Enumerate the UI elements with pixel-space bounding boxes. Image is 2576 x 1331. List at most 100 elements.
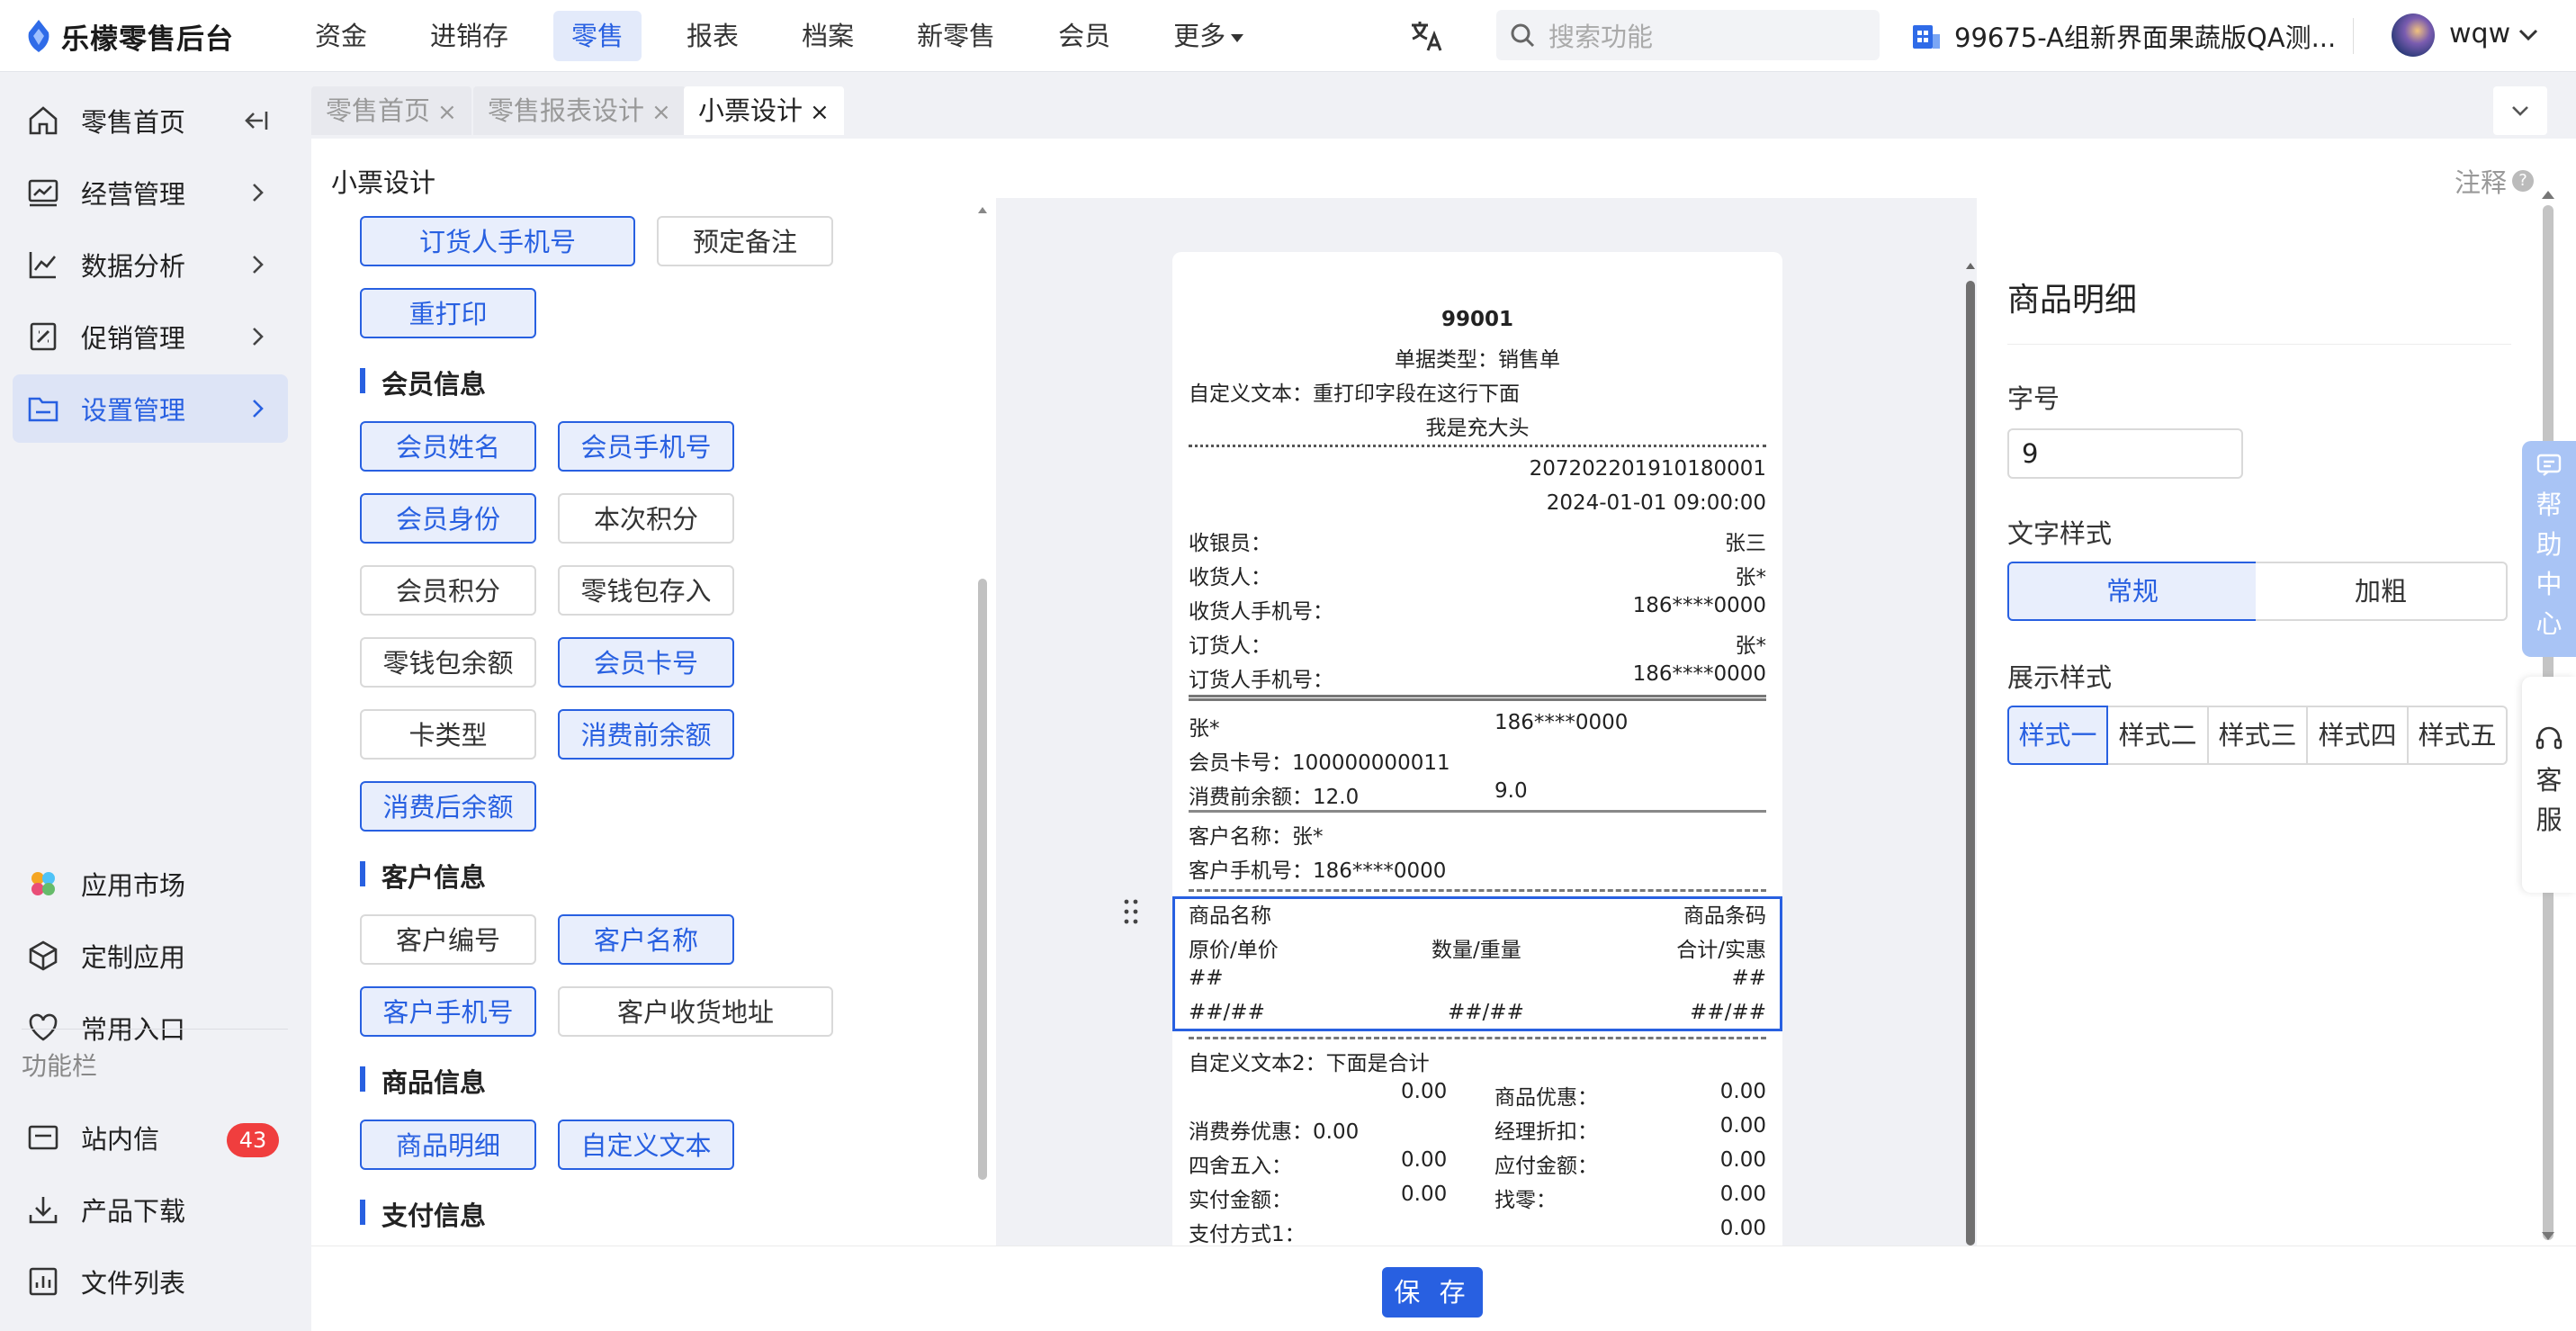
total-key[interactable]: 经理折扣： (1494, 1114, 1598, 1145)
close-icon[interactable]: × (810, 99, 830, 126)
main-nav: 资金 进销存 零售 报表 档案 新零售 会员 更多 (297, 11, 1288, 61)
field-customer-id[interactable]: 客户编号 (360, 914, 536, 965)
total-key[interactable]: 支付方式1： (1189, 1217, 1306, 1247)
sidebar-item-retail-home[interactable]: 零售首页 (13, 86, 288, 155)
notes-link[interactable]: 注释? (2455, 162, 2535, 200)
sidebar-item-app-market[interactable]: 应用市场 (13, 850, 288, 918)
nav-reports[interactable]: 报表 (669, 11, 757, 61)
nav-archives[interactable]: 档案 (784, 11, 872, 61)
close-icon[interactable]: × (651, 99, 671, 126)
field-wallet-balance[interactable]: 零钱包余额 (360, 637, 536, 688)
tab-retail-home[interactable]: 零售首页 × (311, 86, 471, 135)
app-logo[interactable]: 乐檬零售后台 (25, 16, 234, 56)
receipt-datetime[interactable]: 2024-01-01 09:00:00 (1547, 491, 1766, 515)
field-points-earned[interactable]: 本次积分 (558, 493, 734, 544)
display-style-1[interactable]: 样式一 (2007, 706, 2108, 765)
receipt-row-key[interactable]: 收银员： (1189, 526, 1271, 556)
total-key[interactable]: 应付金额： (1494, 1148, 1598, 1179)
font-size-label: 字号 (2007, 383, 2060, 414)
sidebar-item-settings[interactable]: 设置管理 (13, 374, 288, 443)
sidebar-item-downloads[interactable]: 产品下载 (13, 1175, 288, 1244)
translate-icon[interactable] (1408, 18, 1444, 54)
receipt-customer-phone[interactable]: 客户手机号：186****0000 (1189, 853, 1446, 884)
field-reservation-note[interactable]: 预定备注 (657, 216, 833, 266)
tab-dropdown-button[interactable] (2493, 86, 2547, 135)
store-selector[interactable]: 99675-A组新界面果蔬版QA测... (1911, 18, 2336, 54)
username[interactable]: wqw (2449, 18, 2510, 49)
receipt-header-fill[interactable]: 我是充大头 (1172, 410, 1782, 441)
display-style-3[interactable]: 样式三 (2209, 706, 2308, 765)
total-key[interactable]: 四舍五入： (1189, 1148, 1292, 1179)
text-style-bold[interactable]: 加粗 (2256, 562, 2508, 621)
field-member-identity[interactable]: 会员身份 (360, 493, 536, 544)
sidebar-item-analytics[interactable]: 数据分析 (13, 230, 288, 299)
receipt-member-phone[interactable]: 186****0000 (1494, 711, 1628, 734)
total-key[interactable]: 找零： (1494, 1183, 1557, 1213)
field-member-name[interactable]: 会员姓名 (360, 421, 536, 472)
field-custom-text[interactable]: 自定义文本 (558, 1120, 734, 1170)
total-key[interactable]: 实付金额： (1189, 1183, 1292, 1213)
field-orderer-phone[interactable]: 订货人手机号 (360, 216, 635, 266)
nav-new-retail[interactable]: 新零售 (899, 11, 1013, 61)
total-key[interactable]: 消费券优惠：0.00 (1189, 1114, 1359, 1145)
chevron-down-icon[interactable] (2516, 22, 2541, 47)
scroll-up-arrow-icon[interactable] (976, 203, 989, 216)
field-wallet-deposit[interactable]: 零钱包存入 (558, 565, 734, 616)
receipt-custom-text[interactable]: 自定义文本：重打印字段在这行下面 (1189, 376, 1520, 407)
receipt-member-card[interactable]: 会员卡号：100000000011 (1189, 745, 1450, 776)
sidebar-item-custom-apps[interactable]: 定制应用 (13, 922, 288, 990)
help-center-button[interactable]: 帮 助 中 心 (2522, 441, 2576, 657)
nav-inventory[interactable]: 进销存 (412, 11, 526, 61)
customer-service-button[interactable]: 客 服 (2522, 677, 2576, 893)
receipt-customer-name[interactable]: 客户名称：张* (1189, 819, 1324, 850)
nav-more[interactable]: 更多 (1155, 11, 1261, 61)
scroll-up-arrow-icon[interactable] (1964, 259, 1977, 272)
receipt-balance-before[interactable]: 消费前余额：12.0 (1189, 779, 1359, 810)
scroll-up-arrow-icon[interactable] (2539, 187, 2557, 202)
field-reprint[interactable]: 重打印 (360, 288, 536, 338)
receipt-custom-text-2[interactable]: 自定义文本2：下面是合计 (1189, 1046, 1430, 1076)
tab-receipt-design[interactable]: 小票设计 × (684, 86, 844, 135)
save-button[interactable]: 保 存 (1382, 1267, 1483, 1318)
sidebar-item-messages[interactable]: 站内信 43 (13, 1103, 288, 1172)
avatar[interactable] (2392, 13, 2435, 57)
field-member-phone[interactable]: 会员手机号 (558, 421, 734, 472)
field-customer-address[interactable]: 客户收货地址 (558, 986, 833, 1037)
receipt-member-name[interactable]: 张* (1189, 711, 1220, 742)
search-input[interactable]: 搜索功能 (1496, 10, 1880, 60)
nav-funds[interactable]: 资金 (297, 11, 385, 61)
font-size-input[interactable]: 9 (2007, 428, 2243, 479)
field-member-points[interactable]: 会员积分 (360, 565, 536, 616)
field-balance-before[interactable]: 消费前余额 (558, 709, 734, 760)
scroll-down-arrow-icon[interactable] (2539, 1229, 2557, 1244)
close-icon[interactable]: × (437, 99, 457, 126)
field-member-card-no[interactable]: 会员卡号 (558, 637, 734, 688)
receipt-row-key[interactable]: 收货人： (1189, 560, 1271, 590)
drag-handle-icon[interactable] (1122, 898, 1140, 925)
sidebar-item-promotions[interactable]: 促销管理 (13, 302, 288, 371)
collapse-sidebar-icon[interactable] (241, 106, 270, 135)
display-style-5[interactable]: 样式五 (2409, 706, 2508, 765)
field-card-type[interactable]: 卡类型 (360, 709, 536, 760)
nav-members[interactable]: 会员 (1040, 11, 1128, 61)
sidebar-item-business[interactable]: 经营管理 (13, 158, 288, 227)
field-goods-detail[interactable]: 商品明细 (360, 1120, 536, 1170)
receipt-row-key[interactable]: 收货人手机号： (1189, 594, 1333, 625)
field-balance-after[interactable]: 消费后余额 (360, 781, 536, 832)
canvas-scrollbar[interactable] (1966, 281, 1975, 1246)
field-customer-name[interactable]: 客户名称 (558, 914, 734, 965)
fields-scrollbar[interactable] (978, 579, 987, 1180)
receipt-order-no[interactable]: 207202201910180001 (1530, 457, 1766, 481)
display-style-2[interactable]: 样式二 (2108, 706, 2209, 765)
receipt-balance-after[interactable]: 9.0 (1494, 779, 1528, 803)
receipt-row-key[interactable]: 订货人手机号： (1189, 662, 1333, 693)
service-char: 客 (2536, 765, 2563, 796)
display-style-4[interactable]: 样式四 (2308, 706, 2409, 765)
field-customer-phone[interactable]: 客户手机号 (360, 986, 536, 1037)
tab-retail-report-design[interactable]: 零售报表设计 × (473, 86, 686, 135)
nav-retail[interactable]: 零售 (553, 11, 642, 61)
sidebar-item-file-list[interactable]: 文件列表 (13, 1247, 288, 1316)
text-style-regular[interactable]: 常规 (2007, 562, 2257, 621)
total-key[interactable]: 商品优惠： (1494, 1080, 1598, 1111)
receipt-row-key[interactable]: 订货人： (1189, 628, 1271, 659)
